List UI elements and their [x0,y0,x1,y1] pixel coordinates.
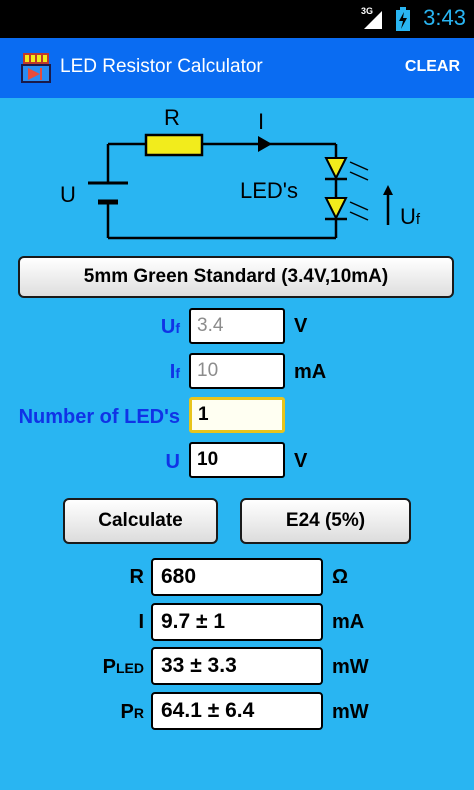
u-unit: V [294,450,308,472]
battery-charging-icon [396,7,410,31]
supply-voltage-label: U [165,451,180,473]
result-i-unit: mA [332,611,365,633]
result-pled-unit: mW [332,656,369,678]
uf-unit: V [294,315,308,337]
light-rays-icon [349,161,369,221]
result-pr-label: PR [120,701,144,723]
app-icon [21,53,51,83]
source-label: U [60,182,76,207]
num-leds-label: Number of LED's [18,406,180,428]
current-arrow-icon [258,136,272,152]
circuit-diagram: R I U LED's Uf [60,105,421,240]
result-pled-label: PLED [102,656,144,678]
if-label: If [169,361,180,383]
clock: 3:43 [423,5,466,30]
forward-current-input[interactable]: 10 [189,353,285,389]
calculate-button[interactable]: Calculate [63,498,218,544]
led-symbol-top [324,157,348,181]
led-preset-selector[interactable]: 5mm Green Standard (3.4V,10mA) [18,256,454,298]
resistor-symbol [144,133,204,157]
forward-voltage-input[interactable]: 3.4 [189,308,285,344]
resistor-label: R [164,105,180,130]
result-i-label: I [138,611,144,633]
led-label: LED's [240,178,298,203]
voltage-arrow-icon [383,185,393,195]
app-bar: LED Resistor Calculator CLEAR [0,38,474,98]
e24-series-button[interactable]: E24 (5%) [240,498,411,544]
result-pr-value: 64.1 ± 6.4 [151,692,323,730]
result-i-value: 9.7 ± 1 [151,603,323,641]
supply-voltage-input[interactable]: 10 [189,442,285,478]
vf-label: Uf [400,204,421,229]
if-unit: mA [294,361,327,383]
led-symbol-bottom [324,197,348,221]
num-leds-input[interactable]: 1 [189,397,285,433]
result-r-unit: Ω [332,566,349,588]
result-r-value: 680 [151,558,323,596]
app-title: LED Resistor Calculator [60,56,263,77]
status-bar: 3G 3:43 [0,0,474,38]
signal-icon [364,11,382,29]
current-label: I [258,109,264,134]
clear-button[interactable]: CLEAR [405,58,460,76]
result-r-label: R [129,566,144,588]
uf-label: Uf [160,316,180,338]
result-pr-unit: mW [332,701,369,723]
result-pled-value: 33 ± 3.3 [151,647,323,685]
